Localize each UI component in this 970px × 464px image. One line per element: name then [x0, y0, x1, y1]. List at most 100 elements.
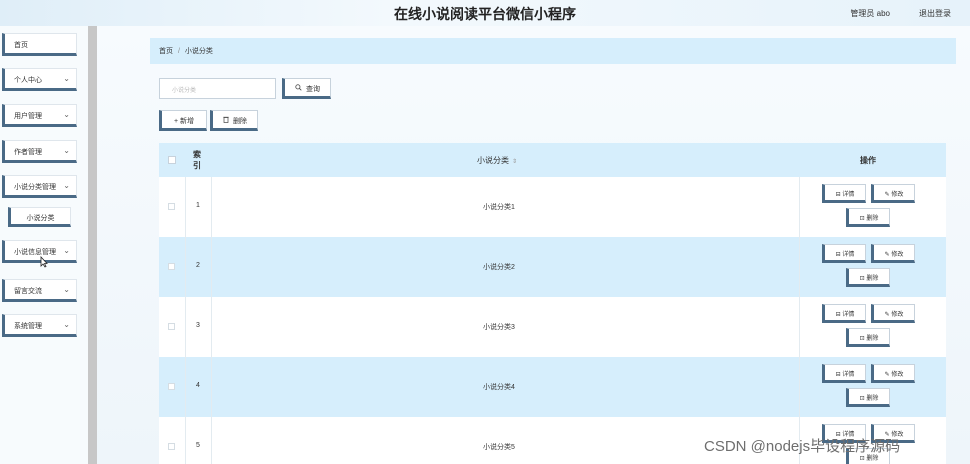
- edit-button-label: 修改: [891, 312, 904, 318]
- column-divider: [799, 297, 800, 357]
- chevron-down-icon: ⌄: [63, 285, 70, 294]
- delete-button-label: 删除: [866, 396, 879, 402]
- search-button-label: 查询: [305, 86, 320, 93]
- row-category-name: 小说分类1: [483, 204, 515, 211]
- delete-button[interactable]: ⊡ 删除: [846, 208, 890, 227]
- sidebar-item-label: 小说信息管理: [14, 249, 56, 256]
- column-divider: [211, 417, 212, 464]
- breadcrumb-current: 小说分类: [184, 48, 213, 55]
- column-divider: [211, 237, 212, 297]
- sidebar-item-author-management[interactable]: 作者管理 ⌄: [2, 140, 77, 163]
- batch-delete-button[interactable]: 删除: [210, 110, 258, 131]
- row-checkbox[interactable]: [168, 203, 175, 210]
- row-category-name: 小说分类5: [483, 444, 515, 451]
- table-row: 1 小说分类1 ⊟ 详情 ✎ 修改 ⊡ 删除: [159, 177, 946, 237]
- add-button[interactable]: + 新增: [159, 110, 207, 131]
- delete-button-label: 删除: [866, 216, 879, 222]
- sidebar-item-label: 个人中心: [14, 77, 42, 84]
- column-divider: [185, 237, 186, 297]
- breadcrumb: 首页 / 小说分类: [150, 38, 956, 64]
- column-header-index: 索引: [193, 150, 201, 170]
- sidebar-item-messages[interactable]: 留言交流 ⌄: [2, 279, 77, 302]
- edit-button-label: 修改: [891, 252, 904, 258]
- chevron-down-icon: ⌄: [63, 110, 70, 119]
- csdn-watermark: CSDN @nodejs毕设程序源码: [704, 438, 901, 455]
- edit-button[interactable]: ✎ 修改: [871, 304, 915, 323]
- chevron-down-icon: ⌄: [63, 181, 70, 190]
- detail-button[interactable]: ⊟ 详情: [822, 184, 866, 203]
- breadcrumb-separator: /: [177, 48, 180, 55]
- sidebar-subitem-label: 小说分类: [26, 215, 55, 222]
- delete-button[interactable]: ⊡ 删除: [846, 268, 890, 287]
- add-button-label: 新增: [180, 118, 195, 125]
- trash-icon: [223, 116, 231, 125]
- delete-button[interactable]: ⊡ 删除: [846, 388, 890, 407]
- row-checkbox[interactable]: [168, 323, 175, 330]
- chevron-down-icon: ⌄: [63, 320, 70, 329]
- row-index: 5: [196, 442, 200, 449]
- breadcrumb-home[interactable]: 首页: [159, 48, 173, 55]
- column-divider: [799, 177, 800, 237]
- plus-icon: +: [173, 118, 179, 125]
- edit-button[interactable]: ✎ 修改: [871, 364, 915, 383]
- column-divider: [185, 417, 186, 464]
- row-category-name: 小说分类3: [483, 324, 515, 331]
- delete-button[interactable]: ⊡ 删除: [846, 328, 890, 347]
- edit-button-label: 修改: [891, 192, 904, 198]
- column-divider: [211, 357, 212, 417]
- edit-button[interactable]: ✎ 修改: [871, 244, 915, 263]
- page-title: 在线小说阅读平台微信小程序: [394, 7, 576, 23]
- delete-button-label: 删除: [866, 336, 879, 342]
- sort-icon[interactable]: ⇕: [512, 159, 517, 165]
- column-header-operation: 操作: [860, 156, 876, 165]
- logout-link[interactable]: 退出登录: [919, 8, 951, 19]
- row-checkbox[interactable]: [168, 263, 175, 270]
- sidebar-item-label: 作者管理: [14, 149, 42, 156]
- select-all-checkbox[interactable]: [168, 156, 176, 164]
- table-header: 索引 小说分类 ⇕ 操作: [159, 143, 946, 177]
- table-row: 4 小说分类4 ⊟ 详情 ✎ 修改 ⊡ 删除: [159, 357, 946, 417]
- edit-button[interactable]: ✎ 修改: [871, 184, 915, 203]
- column-divider: [185, 177, 186, 237]
- search-button[interactable]: 查询: [282, 78, 331, 99]
- delete-button-label: 删除: [866, 276, 879, 282]
- sidebar-item-label: 用户管理: [14, 113, 42, 120]
- column-header-category[interactable]: 小说分类 ⇕: [477, 155, 517, 166]
- sidebar-item-label: 小说分类管理: [14, 184, 56, 191]
- column-divider: [211, 177, 212, 237]
- row-checkbox[interactable]: [168, 383, 175, 390]
- sidebar-subitem-novel-category[interactable]: 小说分类: [8, 207, 71, 227]
- sidebar-item-system-management[interactable]: 系统管理 ⌄: [2, 314, 77, 337]
- mouse-cursor-icon: [40, 255, 48, 271]
- column-divider: [799, 237, 800, 297]
- sidebar-item-category-management[interactable]: 小说分类管理 ⌄: [2, 175, 77, 198]
- column-divider: [211, 297, 212, 357]
- detail-button-label: 详情: [842, 372, 855, 378]
- edit-button-label: 修改: [891, 372, 904, 378]
- sidebar-item-personal-center[interactable]: 个人中心 ⌄: [2, 68, 77, 91]
- admin-user-label: 管理员 abo: [850, 9, 890, 18]
- table-row: 2 小说分类2 ⊟ 详情 ✎ 修改 ⊡ 删除: [159, 237, 946, 297]
- row-index: 1: [196, 202, 200, 209]
- row-category-name: 小说分类4: [483, 384, 515, 391]
- detail-button-label: 详情: [842, 192, 855, 198]
- column-divider: [185, 297, 186, 357]
- column-divider: [799, 357, 800, 417]
- sidebar-item-user-management[interactable]: 用户管理 ⌄: [2, 104, 77, 127]
- chevron-down-icon: ⌄: [63, 146, 70, 155]
- sidebar-item-label: 留言交流: [14, 288, 42, 295]
- delete-button-label: 删除: [232, 118, 247, 125]
- row-category-name: 小说分类2: [483, 264, 515, 271]
- detail-button[interactable]: ⊟ 详情: [822, 244, 866, 263]
- row-checkbox[interactable]: [168, 443, 175, 450]
- sidebar-scrollbar[interactable]: [88, 26, 97, 464]
- top-header: 在线小说阅读平台微信小程序 管理员 abo 退出登录: [0, 0, 970, 26]
- detail-button[interactable]: ⊟ 详情: [822, 364, 866, 383]
- search-icon: [295, 84, 304, 93]
- row-index: 3: [196, 322, 200, 329]
- category-search-input[interactable]: 小说分类: [159, 78, 276, 99]
- sidebar-item-home[interactable]: 首页: [2, 33, 77, 56]
- detail-button[interactable]: ⊟ 详情: [822, 304, 866, 323]
- column-header-category-label: 小说分类: [477, 156, 509, 165]
- sidebar-item-label: 系统管理: [14, 323, 42, 330]
